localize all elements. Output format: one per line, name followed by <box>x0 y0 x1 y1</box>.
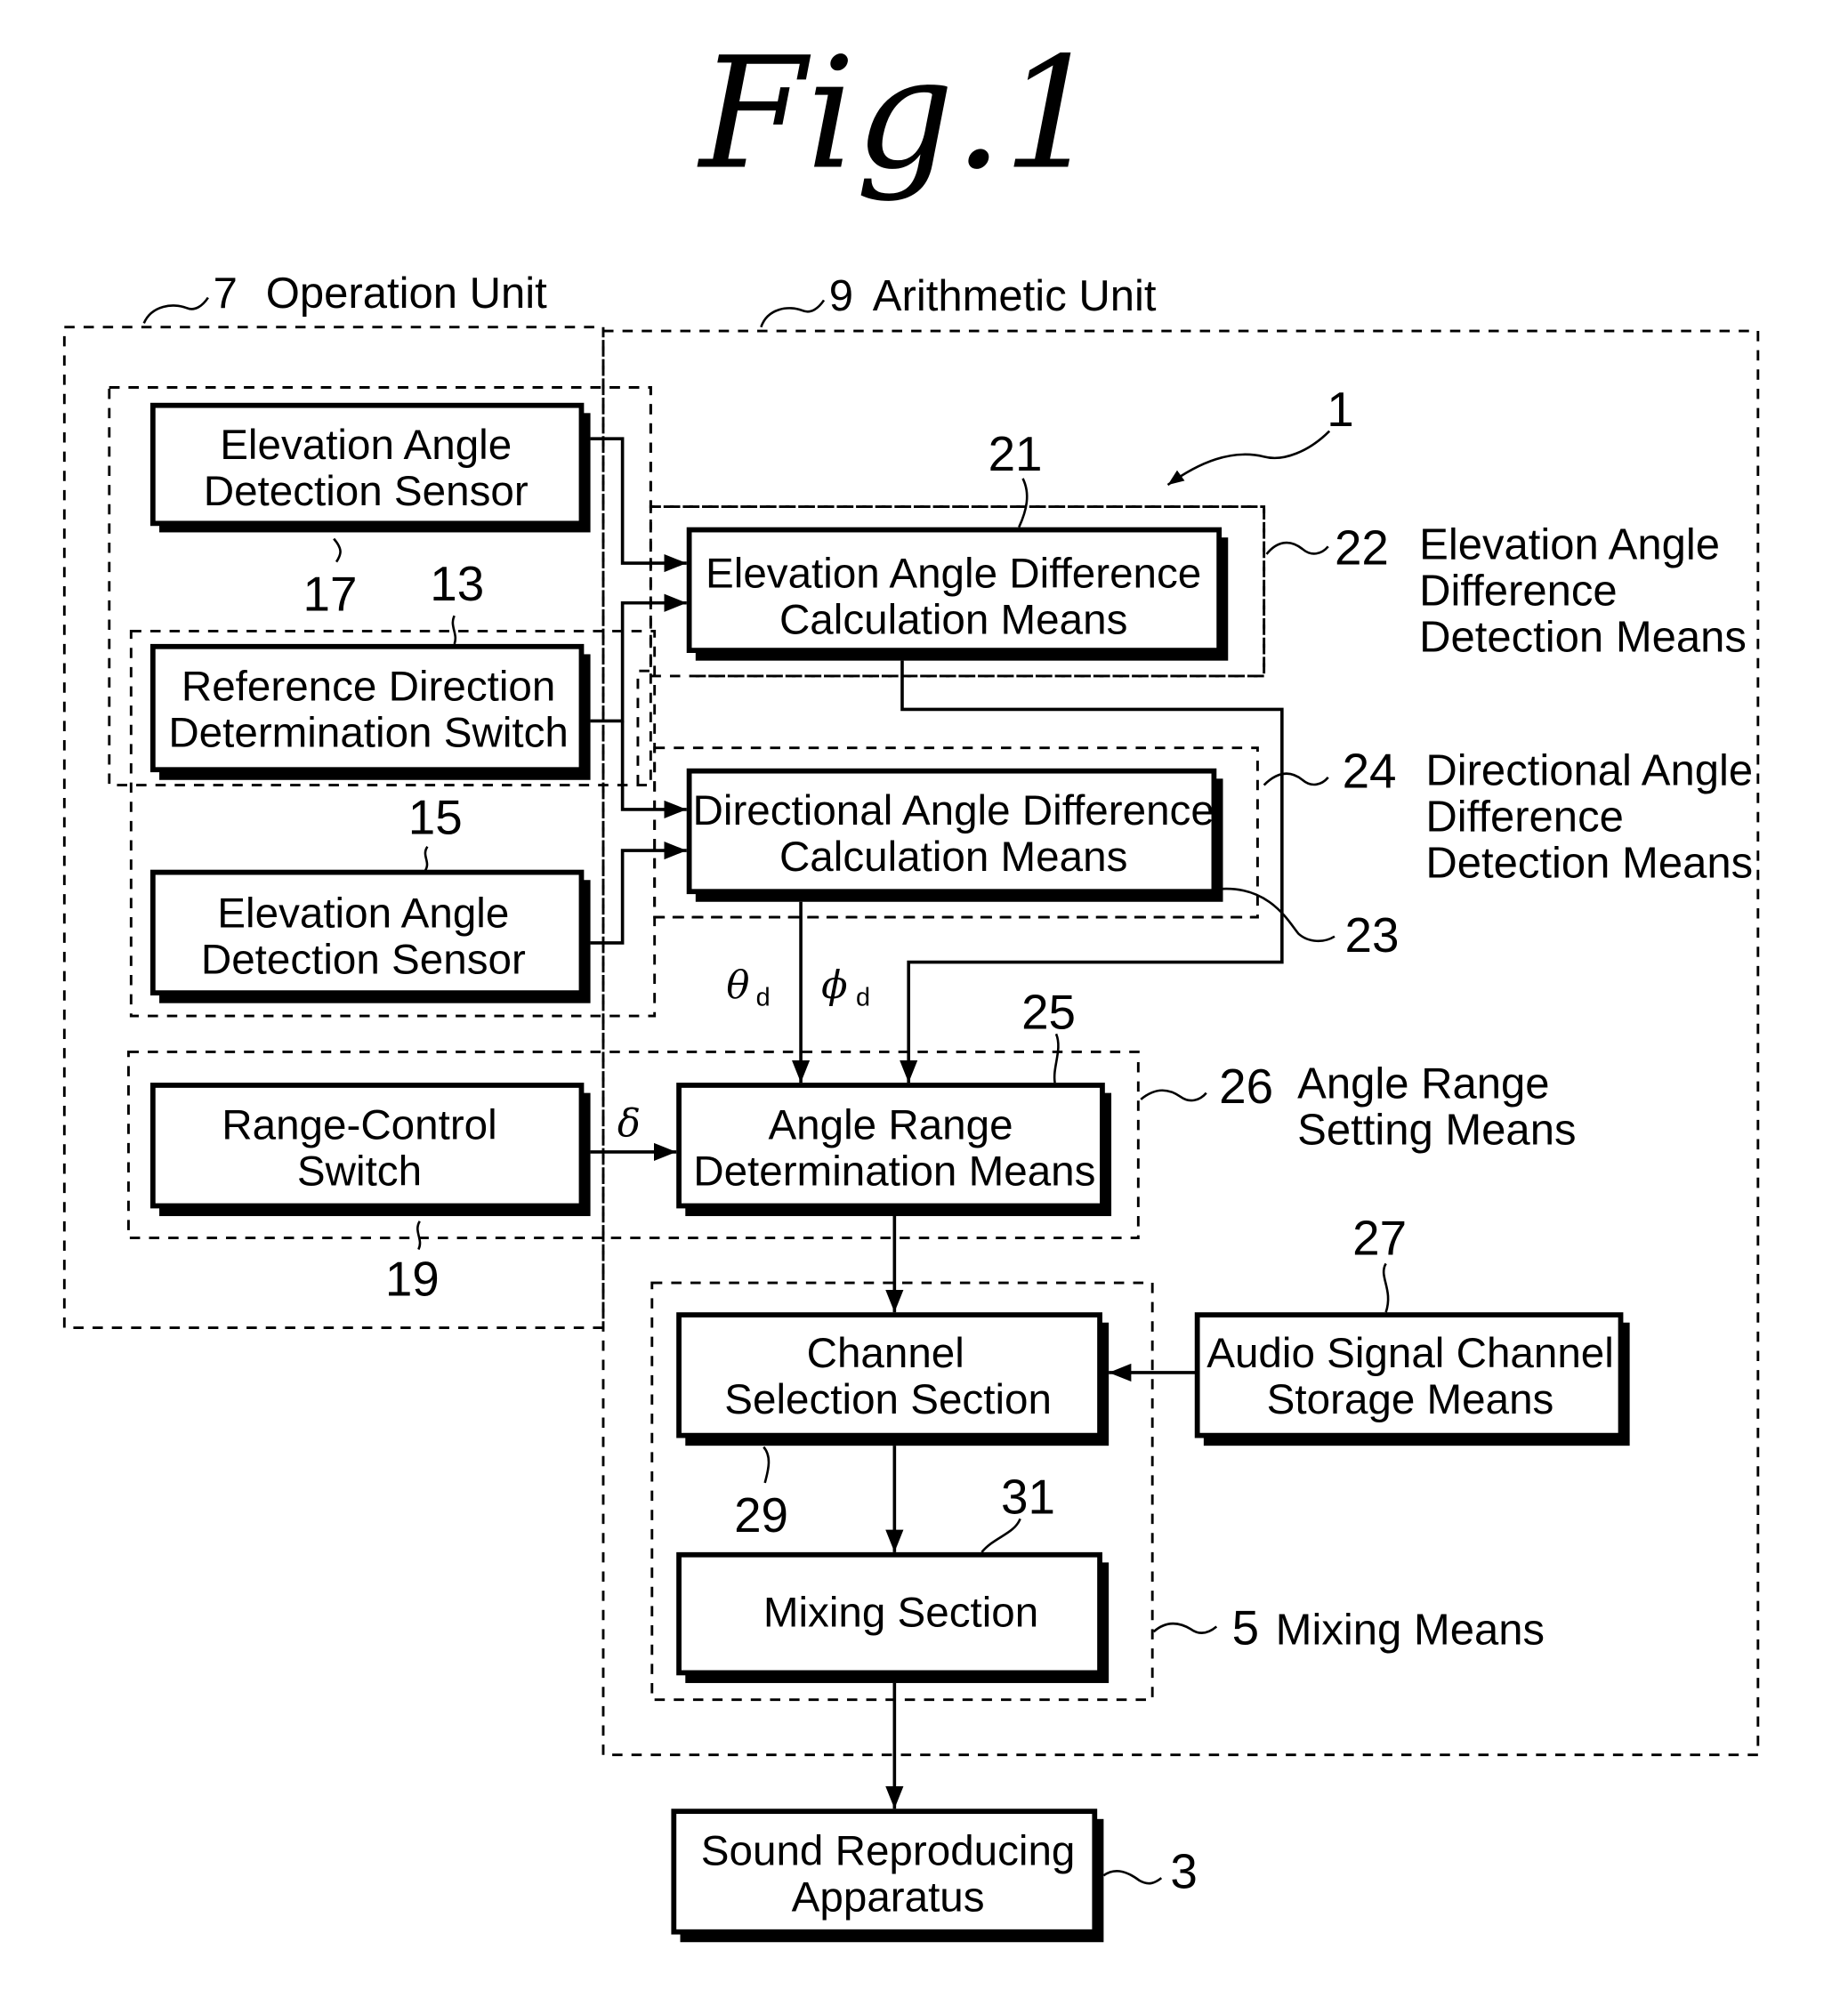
box-text-line: Angle Range <box>768 1102 1013 1149</box>
ref-23-leader <box>1219 887 1336 943</box>
box-elevation-angle-detection-sensor-17: Elevation Angle Detection Sensor <box>149 402 591 533</box>
box-text-line: Directional Angle Difference <box>693 787 1215 834</box>
arithmetic-unit-label: Arithmetic Unit <box>873 272 1157 320</box>
group-22-label-line: Difference <box>1419 568 1618 616</box>
group-24-label-line: Detection Means <box>1425 839 1753 887</box>
ref-21: 21 <box>989 426 1043 481</box>
ref-13-leader <box>451 615 457 645</box>
box-text-line: Reference Direction <box>182 663 555 710</box>
box-text-line: Calculation Means <box>779 596 1127 643</box>
delta-symbol: δ <box>617 1102 641 1147</box>
ref-3: 3 <box>1170 1844 1197 1899</box>
ref-24-leader <box>1263 772 1329 786</box>
box-text-line: Storage Means <box>1267 1376 1554 1423</box>
block-diagram: Fig.1 7 Operation Unit 9 Arithmetic Unit… <box>62 23 1760 1943</box>
ref-5-leader <box>1152 1622 1218 1634</box>
box-elevation-angle-detection-sensor-15: Elevation Angle Detection Sensor <box>149 869 591 1003</box>
ref-25: 25 <box>1021 985 1076 1040</box>
ref-29-leader <box>763 1446 771 1484</box>
wire-17-to-21 <box>590 437 687 573</box>
box-angle-range-determination-25: Angle Range Determination Means <box>676 1083 1112 1217</box>
ref-15: 15 <box>408 789 463 844</box>
ref-29: 29 <box>734 1487 788 1543</box>
ref-3-leader <box>1102 1870 1163 1885</box>
box-text-line: Mixing Section <box>763 1590 1038 1637</box>
ref-22: 22 <box>1335 520 1389 575</box>
box-audio-signal-storage-27: Audio Signal Channel Storage Means <box>1194 1312 1630 1446</box>
box-elevation-angle-difference-calc-21: Elevation Angle Difference Calculation M… <box>686 527 1229 661</box>
ref-26: 26 <box>1219 1059 1273 1114</box>
group-22-label-line: Detection Means <box>1419 614 1747 662</box>
ref-26-leader <box>1140 1089 1207 1102</box>
dir-diff-notch <box>636 669 655 785</box>
arithmetic-unit-ref: 9 <box>829 272 853 320</box>
box-text-line: Elevation Angle <box>217 890 509 938</box>
ref-5: 5 <box>1232 1600 1259 1656</box>
operation-unit-label: Operation Unit <box>266 270 547 318</box>
ref-24: 24 <box>1343 743 1397 798</box>
operation-unit-ref: 7 <box>214 270 238 318</box>
box-text-line: Determination Means <box>693 1148 1095 1195</box>
box-text-line: Calculation Means <box>779 834 1127 881</box>
ref-19-leader <box>416 1220 422 1251</box>
box-text-line: Detection Sensor <box>204 468 529 515</box>
ref-27: 27 <box>1352 1210 1407 1265</box>
group-24-label-line: Difference <box>1425 793 1624 841</box>
ref-1: 1 <box>1327 382 1353 437</box>
ref-13: 13 <box>430 556 484 611</box>
box-text-line: Elevation Angle <box>220 422 512 469</box>
box-text-line: Determination Switch <box>168 709 569 756</box>
group-26-label-line: Angle Range <box>1297 1059 1549 1108</box>
box-reference-direction-switch-13: Reference Direction Determination Switch <box>149 643 591 780</box>
group-5-label: Mixing Means <box>1276 1607 1545 1655</box>
group-22-label-line: Elevation Angle <box>1419 521 1720 569</box>
figure-title: Fig.1 <box>697 23 1101 203</box>
ref-22-leader <box>1265 541 1329 555</box>
ref-17-leader <box>333 537 342 563</box>
box-directional-angle-difference-calc-23: Directional Angle Difference Calculation… <box>686 768 1223 902</box>
box-sound-reproducing-apparatus-3: Sound Reproducing Apparatus <box>671 1809 1104 1943</box>
box-text-line: Switch <box>297 1148 422 1195</box>
box-text-line: Elevation Angle Difference <box>706 550 1201 597</box>
phi-subscript: d <box>856 984 870 1012</box>
ref-31: 31 <box>1001 1470 1055 1525</box>
phi-symbol: ϕ <box>821 963 847 1008</box>
arithmetic-unit-leader <box>760 299 826 328</box>
ref-21-leader <box>1018 478 1029 528</box>
operation-unit-leader <box>142 296 209 324</box>
box-text-line: Apparatus <box>792 1874 985 1921</box>
ref-15-leader <box>424 845 429 872</box>
ref-27-leader <box>1382 1262 1390 1313</box>
theta-subscript: d <box>756 984 771 1012</box>
ref-23: 23 <box>1344 907 1399 963</box>
box-text-line: Audio Signal Channel <box>1206 1330 1614 1377</box>
group-26-label-line: Setting Means <box>1297 1106 1576 1154</box>
box-range-control-switch-19: Range-Control Switch <box>149 1083 591 1217</box>
ref-19: 19 <box>385 1251 440 1306</box>
box-text-line: Range-Control <box>222 1102 496 1149</box>
ref-25-leader <box>1053 1033 1060 1084</box>
ref-1-arrow <box>1166 430 1331 487</box>
box-channel-selection-29: Channel Selection Section <box>676 1312 1110 1446</box>
wire-15-to-23 <box>590 841 687 945</box>
group-24-label-line: Directional Angle <box>1425 747 1753 795</box>
theta-symbol: θ <box>726 963 749 1008</box>
ref-17: 17 <box>303 566 358 621</box>
box-text-line: Detection Sensor <box>201 937 526 984</box>
box-text-line: Sound Reproducing <box>701 1828 1076 1875</box>
box-text-line: Channel <box>807 1330 964 1377</box>
box-text-line: Selection Section <box>724 1376 1052 1423</box>
box-mixing-section-31: Mixing Section <box>676 1551 1110 1683</box>
